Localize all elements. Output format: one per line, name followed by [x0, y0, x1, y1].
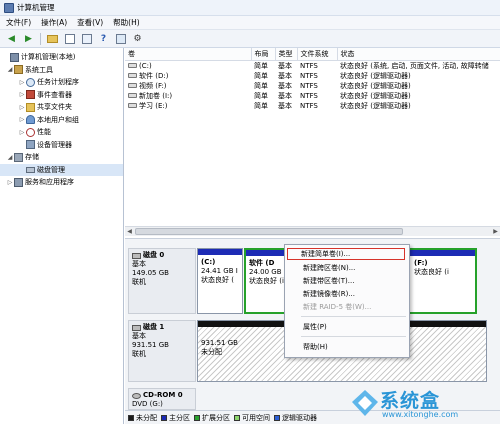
tree-item-system-tools[interactable]: ◢ 系统工具	[0, 64, 123, 77]
disk-icon	[26, 166, 35, 173]
menu-item-new-spanned-volume[interactable]: 新建跨区卷(N)...	[285, 261, 409, 274]
disk-icon	[132, 252, 141, 259]
back-arrow-icon[interactable]: ◀	[4, 32, 19, 46]
tree-item-computer-management[interactable]: 计算机管理(本地)	[0, 51, 123, 64]
menu-item-help[interactable]: 帮助(H)	[285, 340, 409, 353]
menu-view[interactable]: 查看(V)	[77, 17, 103, 28]
computer-management-icon	[4, 2, 14, 13]
menu-help[interactable]: 帮助(H)	[113, 17, 140, 28]
disk-icon	[132, 324, 141, 331]
tree-item-disk-management[interactable]: 磁盘管理	[0, 163, 123, 176]
window-title: 计算机管理	[17, 3, 55, 12]
volume-list-header: 卷 布局 类型 文件系统 状态	[125, 48, 500, 61]
table-row[interactable]: (C:) 简单 基本 NTFS 状态良好 (系统, 启动, 页面文件, 活动, …	[125, 60, 500, 71]
help-icon[interactable]: ?	[96, 32, 111, 46]
table-row[interactable]: 学习 (E:) 简单 基本 NTFS 状态良好 (逻辑驱动器)	[125, 101, 500, 111]
forward-arrow-icon[interactable]: ▶	[21, 32, 36, 46]
storage-icon	[14, 152, 23, 162]
menu-action[interactable]: 操作(A)	[41, 17, 67, 28]
volume-icon	[128, 93, 137, 98]
menu-item-new-simple-volume[interactable]: 新建简单卷(I)...	[287, 248, 405, 260]
menu-item-new-striped-volume[interactable]: 新建带区卷(T)...	[285, 274, 409, 287]
column-type[interactable]: 类型	[275, 48, 298, 61]
cdrom-icon	[132, 392, 141, 399]
watermark-brand: 系统盒	[380, 390, 441, 412]
menu-item-properties[interactable]: 属性(P)	[285, 320, 409, 333]
legend-free-space: 可用空间	[234, 413, 270, 423]
tools-icon	[14, 65, 23, 75]
table-row[interactable]: 软件 (D:) 简单 基本 NTFS 状态良好 (逻辑驱动器)	[125, 71, 500, 81]
menu-file[interactable]: 文件(F)	[6, 17, 31, 28]
menu-separator	[301, 316, 406, 317]
console-icon[interactable]	[62, 32, 77, 46]
scroll-right-icon[interactable]: ▶	[491, 228, 500, 236]
collapse-icon[interactable]: ◢	[6, 66, 14, 73]
horizontal-scrollbar[interactable]: ◀ ▶	[125, 226, 500, 236]
menu-item-new-mirrored-volume[interactable]: 新建镜像卷(R)...	[285, 287, 409, 300]
expand-icon[interactable]: ▷	[18, 91, 26, 98]
scrollbar-thumb[interactable]	[135, 228, 403, 235]
legend-logical: 逻辑驱动器	[274, 413, 317, 423]
volume-icon	[128, 73, 137, 78]
services-icon	[14, 177, 23, 187]
menu-bar: 文件(F) 操作(A) 查看(V) 帮助(H)	[0, 16, 500, 30]
partition-c[interactable]: (C:) 24.41 GB I 状态良好 (	[197, 248, 243, 314]
scroll-left-icon[interactable]: ◀	[125, 228, 134, 236]
users-icon	[26, 115, 35, 125]
column-status[interactable]: 状态	[337, 48, 500, 61]
cdrom-label[interactable]: CD-ROM 0 DVD (G:)	[128, 388, 196, 410]
legend-unallocated: 未分配	[128, 413, 157, 423]
volume-icon	[128, 103, 137, 108]
folder-icon[interactable]	[45, 32, 60, 46]
expand-icon[interactable]: ▷	[18, 116, 26, 123]
expand-icon[interactable]: ▷	[18, 79, 26, 86]
clock-icon	[26, 77, 35, 87]
context-menu: 新建简单卷(I)... 新建跨区卷(N)... 新建带区卷(T)... 新建镜像…	[284, 244, 410, 358]
tree-item-performance[interactable]: ▷ 性能	[0, 126, 123, 139]
menu-item-new-raid5-volume[interactable]: 新建 RAID-5 卷(W)...	[285, 300, 409, 313]
title-bar: 计算机管理	[0, 0, 500, 16]
column-volume[interactable]: 卷	[125, 48, 252, 61]
toolbar: ◀ ▶ ? ⚙	[0, 30, 500, 48]
volume-list: 卷 布局 类型 文件系统 状态 (C:) 简单 基本 NTFS 状态良好 (系统…	[125, 48, 500, 226]
expand-icon[interactable]: ▷	[6, 179, 14, 186]
volume-icon	[128, 83, 137, 88]
partition-d[interactable]: 软件 (D 24.00 GB 状态良好 (i	[244, 248, 286, 314]
expand-icon[interactable]: ▷	[18, 129, 26, 136]
tree-item-shared-folders[interactable]: ▷ 共享文件夹	[0, 101, 123, 114]
export-icon[interactable]	[113, 32, 128, 46]
computer-icon	[10, 52, 19, 62]
expand-icon[interactable]: ▷	[18, 104, 26, 111]
tree-item-services-apps[interactable]: ▷ 服务和应用程序	[0, 176, 123, 189]
performance-icon	[26, 127, 35, 137]
device-icon	[26, 140, 35, 150]
tree-item-storage[interactable]: ◢ 存储	[0, 151, 123, 164]
disk-0-label[interactable]: 磁盘 0 基本 149.05 GB 联机	[128, 248, 196, 314]
tree-item-device-manager[interactable]: 设备管理器	[0, 139, 123, 152]
watermark-url: www.xitonghe.com	[382, 410, 459, 419]
folder-icon	[26, 102, 35, 112]
collapse-icon[interactable]: ◢	[6, 154, 14, 161]
disk-1-label[interactable]: 磁盘 1 基本 931.51 GB 联机	[128, 320, 196, 382]
tree-item-event-viewer[interactable]: ▷ 事件查看器	[0, 89, 123, 102]
properties-icon[interactable]	[79, 32, 94, 46]
legend-extended: 扩展分区	[194, 413, 230, 423]
table-row[interactable]: 新加卷 (I:) 简单 基本 NTFS 状态良好 (逻辑驱动器)	[125, 91, 500, 101]
column-filesystem[interactable]: 文件系统	[297, 48, 338, 61]
navigation-tree: 计算机管理(本地) ◢ 系统工具 ▷ 任务计划程序 ▷ 事件查看器 ▷ 共享文件…	[0, 48, 124, 424]
watermark-logo	[352, 390, 378, 416]
event-icon	[26, 90, 35, 100]
legend-primary: 主分区	[161, 413, 190, 423]
settings-icon[interactable]: ⚙	[130, 32, 145, 46]
volume-icon	[128, 63, 137, 68]
column-layout[interactable]: 布局	[251, 48, 276, 61]
watermark: 系统盒 www.xitonghe.com	[350, 386, 498, 422]
tree-item-task-scheduler[interactable]: ▷ 任务计划程序	[0, 76, 123, 89]
toolbar-separator	[40, 32, 41, 45]
table-row[interactable]: 视频 (F:) 简单 基本 NTFS 状态良好 (逻辑驱动器)	[125, 81, 500, 91]
menu-separator	[301, 336, 406, 337]
tree-item-local-users[interactable]: ▷ 本地用户和组	[0, 114, 123, 127]
